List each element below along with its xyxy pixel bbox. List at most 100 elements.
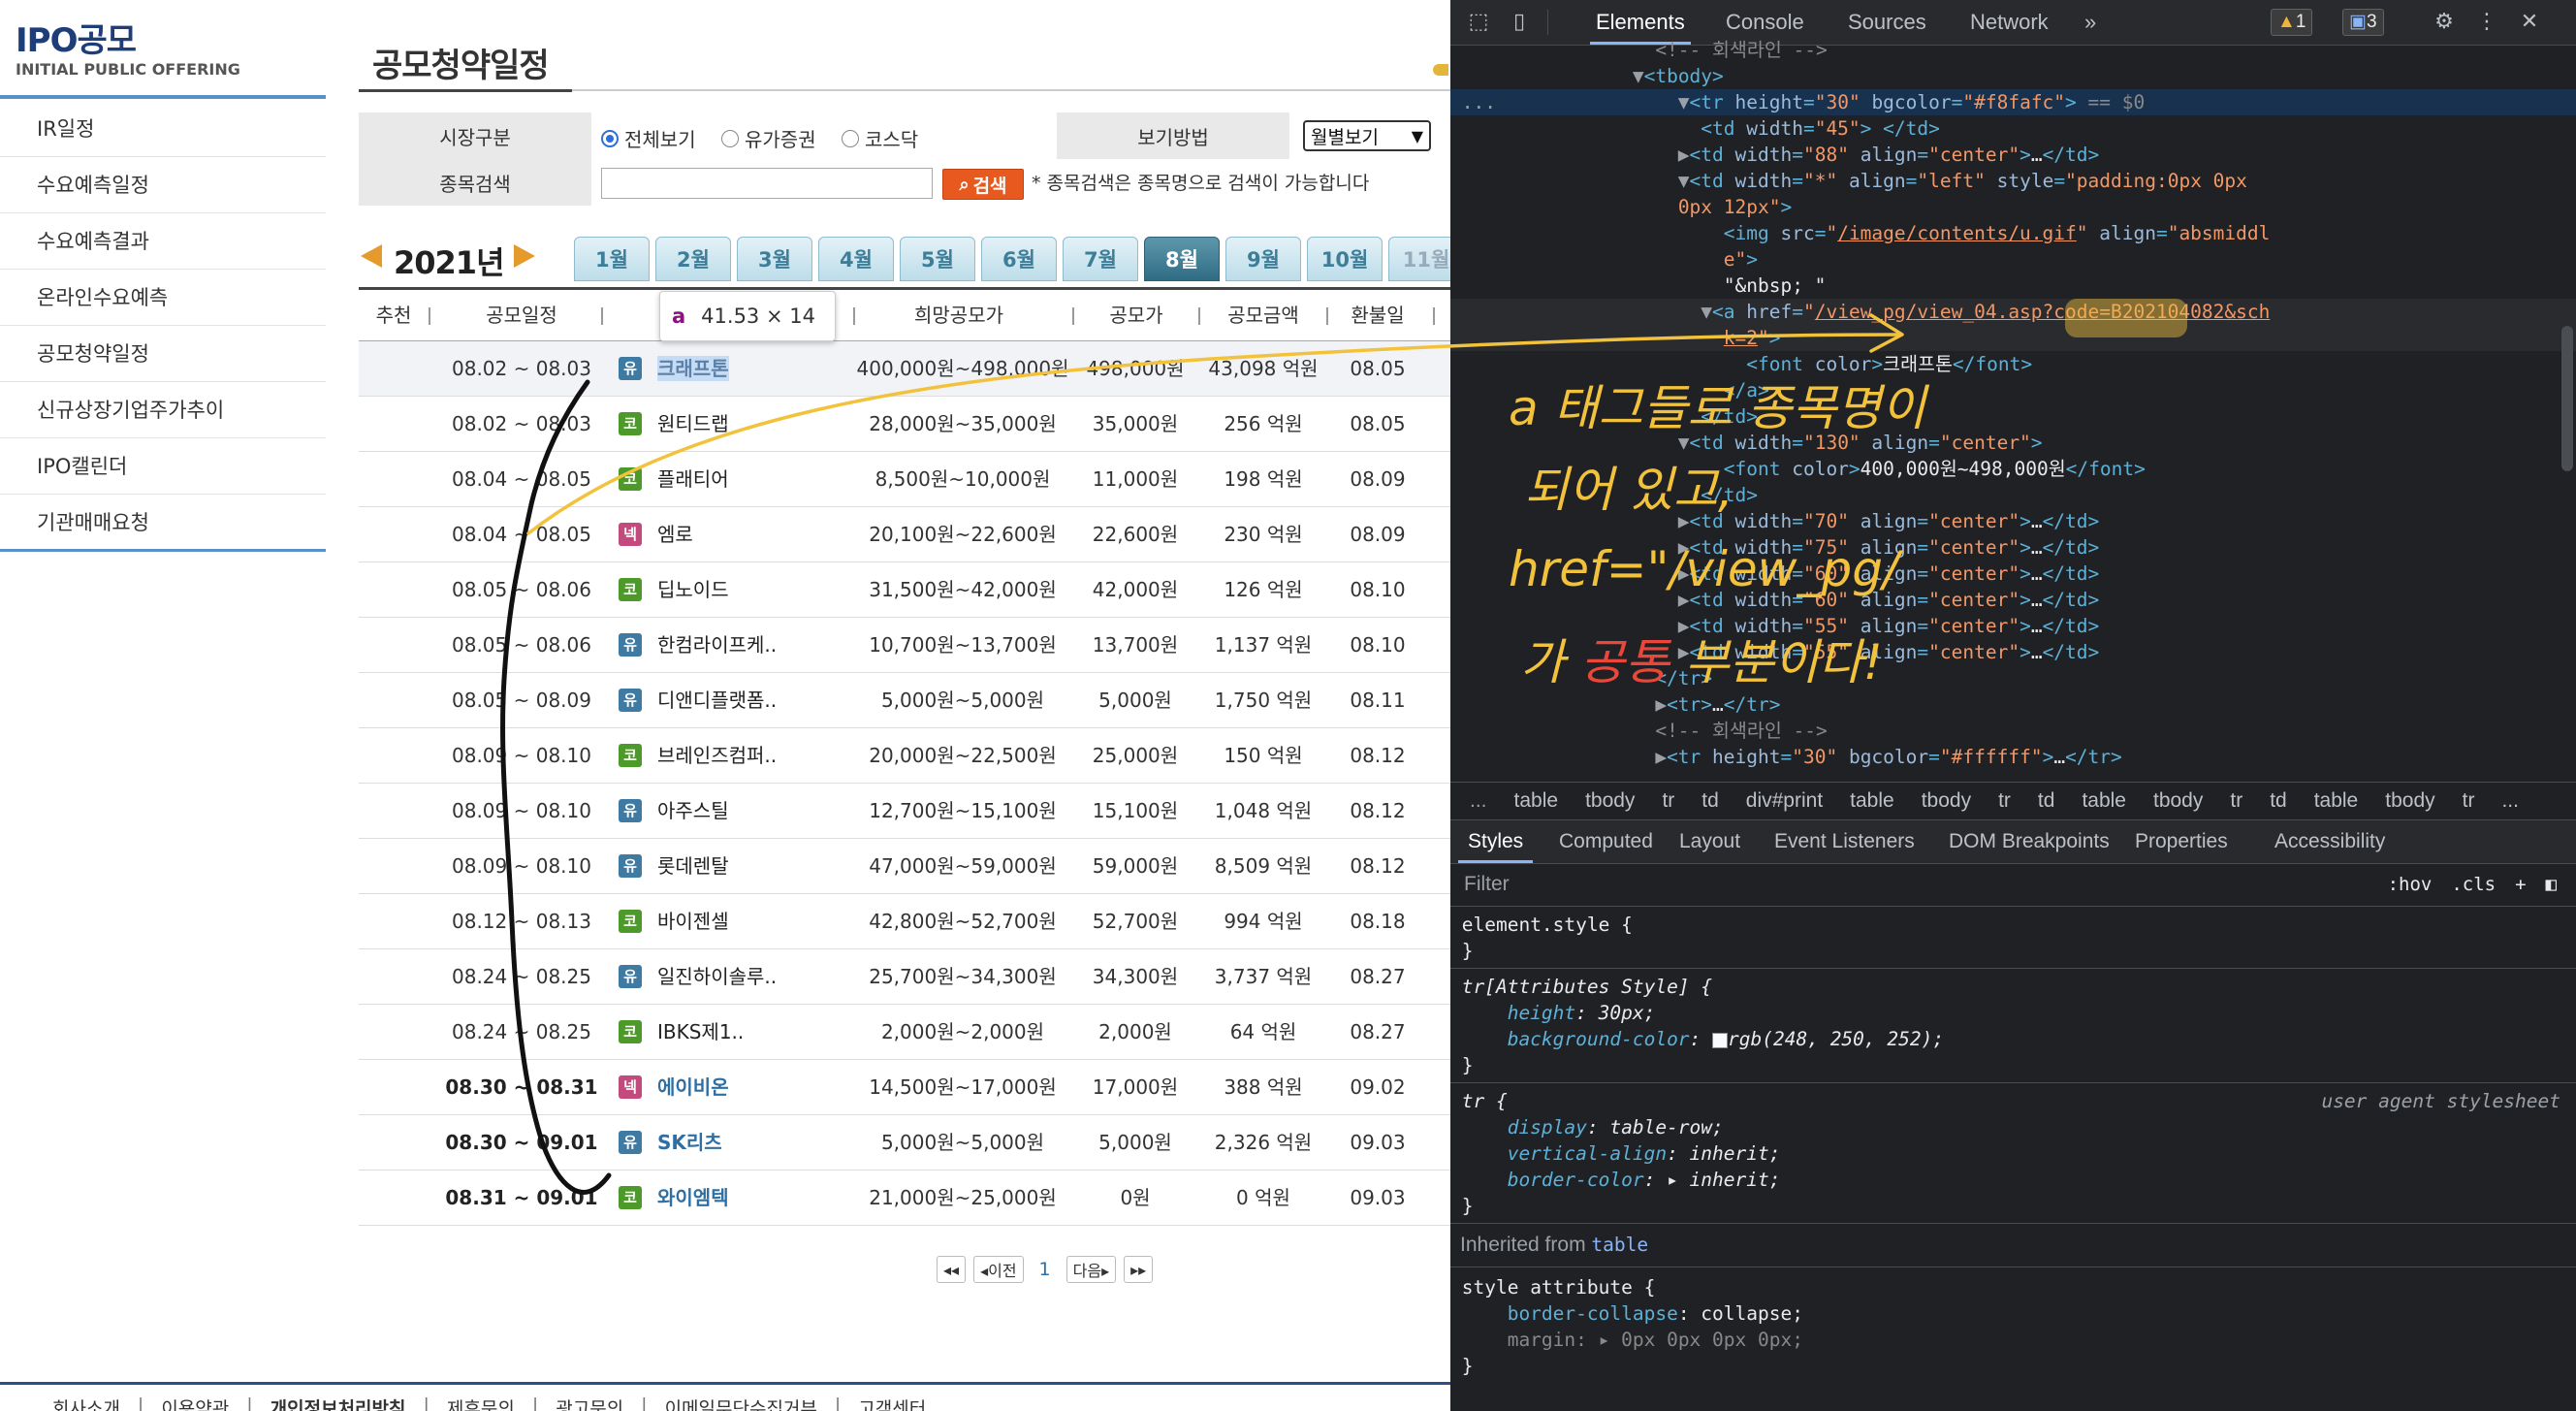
first-page-button[interactable]: ◂◂ — [937, 1256, 967, 1283]
breadcrumb-item[interactable]: tbody — [1922, 789, 1971, 813]
stock-search-input[interactable] — [601, 168, 933, 199]
style-rule-line[interactable]: margin: ▸ 0px 0px 0px 0px; — [1450, 1327, 2576, 1353]
tab-month-8[interactable]: 8월 — [1144, 237, 1220, 281]
last-page-button[interactable]: ▸▸ — [1124, 1256, 1154, 1283]
radio-kosdaq[interactable]: 코스닥 — [842, 124, 918, 152]
stock-name-link[interactable]: 원티드랩 — [657, 397, 729, 451]
close-icon[interactable]: ✕ — [2517, 10, 2542, 35]
styles-filter-input[interactable]: Filter — [1464, 863, 1510, 906]
radio-kospi-circle[interactable] — [721, 129, 739, 147]
style-rule-line[interactable]: border-color: ▸ inherit; — [1450, 1167, 2576, 1193]
tab-computed[interactable]: Computed — [1559, 820, 1653, 863]
warnings-badge[interactable]: ▲1 — [2271, 9, 2313, 36]
add-rule-button[interactable]: + — [2515, 863, 2526, 906]
sidebar-item-demand-result[interactable]: 수요예측결과 — [0, 213, 326, 270]
tab-layout[interactable]: Layout — [1679, 820, 1740, 863]
dom-scrollbar[interactable] — [2561, 326, 2573, 471]
breadcrumb-item[interactable]: table — [2314, 789, 2359, 813]
radio-kosdaq-circle[interactable] — [842, 129, 859, 147]
radio-kospi[interactable]: 유가증권 — [721, 124, 816, 152]
footer-link-terms[interactable]: 이용약관 — [161, 1395, 229, 1411]
dom-line[interactable]: ▶<td width="60" align="center">…</td> — [1450, 587, 2576, 613]
dom-line[interactable]: ▶<tr height="30" bgcolor="#ffffff">…</tr… — [1450, 744, 2576, 770]
dom-line[interactable]: ▶<td width="70" align="center">…</td> — [1450, 508, 2576, 534]
dom-line[interactable]: </td> — [1450, 403, 2576, 430]
class-toggle[interactable]: .cls — [2451, 863, 2496, 906]
inherited-from-link[interactable]: table — [1591, 1234, 1648, 1256]
style-rule-line[interactable]: style attribute { — [1450, 1274, 2576, 1300]
style-rule-line[interactable]: height: 30px; — [1450, 1000, 2576, 1026]
tab-month-4[interactable]: 4월 — [818, 237, 894, 281]
radio-all[interactable]: 전체보기 — [601, 124, 696, 152]
dom-line[interactable]: ▶<td width="60" align="center">…</td> — [1450, 561, 2576, 587]
stock-name-link[interactable]: 플래티어 — [657, 452, 729, 506]
sidebar-item-calendar[interactable]: IPO캘린더 — [0, 438, 326, 495]
style-rule-line[interactable]: display: table-row; — [1450, 1114, 2576, 1140]
tab-properties[interactable]: Properties — [2135, 820, 2228, 863]
style-rule-line[interactable]: element.style { — [1450, 912, 2576, 938]
breadcrumb-item[interactable]: tr — [1662, 789, 1674, 813]
breadcrumb-item[interactable]: table — [1850, 789, 1894, 813]
style-rule-line[interactable]: } — [1450, 1353, 2576, 1379]
footer-link-email-policy[interactable]: 이메일무단수집거부 — [665, 1395, 817, 1411]
hover-state-toggle[interactable]: :hov — [2388, 863, 2433, 906]
footer-link-about[interactable]: 회사소개 — [52, 1395, 120, 1411]
breadcrumb-item[interactable]: ... — [2501, 789, 2519, 813]
dom-line-selected[interactable]: ... ▼<tr height="30" bgcolor="#f8fafc"> … — [1450, 89, 2576, 115]
stock-name-link[interactable]: 에이비온 — [657, 1060, 729, 1114]
dom-line[interactable]: ▶<td width="55" align="center">…</td> — [1450, 613, 2576, 639]
tab-month-6[interactable]: 6월 — [981, 237, 1057, 281]
sidebar-item-demand-schedule[interactable]: 수요예측일정 — [0, 157, 326, 213]
sidebar-item-inst-trade[interactable]: 기관매매요청 — [0, 495, 326, 551]
stock-name-link[interactable]: 딥노이드 — [657, 562, 729, 617]
style-rule-line[interactable]: } — [1450, 1193, 2576, 1219]
footer-link-support[interactable]: 고객센터 — [858, 1395, 926, 1411]
view-select[interactable]: 월별보기 ▼ — [1303, 120, 1431, 151]
tab-month-10[interactable]: 10월 — [1307, 237, 1383, 281]
breadcrumb-item[interactable]: td — [1701, 789, 1719, 813]
dom-line[interactable]: <!-- 회색라인 --> — [1450, 37, 2576, 63]
tab-accessibility[interactable]: Accessibility — [2274, 820, 2385, 863]
dom-line[interactable]: ▶<tr>…</tr> — [1450, 691, 2576, 718]
next-year-arrow-icon[interactable] — [514, 244, 535, 268]
dom-line[interactable]: <font color>크래프톤</font> — [1450, 351, 2576, 377]
breadcrumb-item[interactable]: div#print — [1746, 789, 1823, 813]
stock-name-link[interactable]: 일진하이솔루.. — [657, 949, 777, 1004]
tab-month-5[interactable]: 5월 — [900, 237, 975, 281]
dom-line[interactable]: </tr> — [1450, 665, 2576, 691]
stock-name-link[interactable]: 크래프톤 — [657, 356, 729, 381]
dom-line[interactable]: <!-- 회색라인 --> — [1450, 718, 2576, 744]
stock-name-link[interactable]: 디앤디플랫폼.. — [657, 673, 777, 727]
stock-name-link[interactable]: 바이젠셀 — [657, 894, 729, 948]
messages-badge[interactable]: ▣3 — [2342, 9, 2384, 36]
kebab-menu-icon[interactable]: ⋮ — [2474, 10, 2499, 35]
style-rule-line[interactable]: tr[Attributes Style] { — [1450, 974, 2576, 1000]
next-page-button[interactable]: 다음▸ — [1065, 1256, 1117, 1283]
dom-line[interactable]: <td width="45"> </td> — [1450, 115, 2576, 142]
breadcrumb-item[interactable]: tbody — [2153, 789, 2203, 813]
tab-month-7[interactable]: 7월 — [1063, 237, 1138, 281]
style-rule-line[interactable]: } — [1450, 1052, 2576, 1078]
page-number[interactable]: 1 — [1032, 1259, 1059, 1280]
stock-name-link[interactable]: 엠로 — [657, 507, 693, 561]
tab-month-11[interactable]: 11월 — [1388, 237, 1450, 281]
breadcrumb-item[interactable]: tbody — [2385, 789, 2434, 813]
breadcrumb-item[interactable]: table — [1514, 789, 1559, 813]
stock-name-link[interactable]: 한컴라이프케.. — [657, 618, 777, 672]
breadcrumb-item[interactable]: ... — [1470, 789, 1487, 813]
dom-line[interactable]: ▼<td width="*" align="left" style="paddi… — [1450, 168, 2576, 194]
sidebar-item-online-demand[interactable]: 온라인수요예측 — [0, 270, 326, 326]
tab-styles[interactable]: Styles — [1457, 820, 1534, 863]
tab-month-3[interactable]: 3월 — [737, 237, 812, 281]
stock-name-link[interactable]: IBKS제1.. — [657, 1005, 744, 1059]
style-rule-line[interactable]: } — [1450, 938, 2576, 964]
tab-month-1[interactable]: 1월 — [574, 237, 650, 281]
prev-page-button[interactable]: ◂이전 — [973, 1256, 1024, 1283]
breadcrumb-item[interactable]: table — [2082, 789, 2126, 813]
stock-name-link[interactable]: 브레인즈컴퍼.. — [657, 728, 777, 783]
stock-name-link[interactable]: 와이엠텍 — [657, 1170, 729, 1225]
dom-line[interactable]: ▶<td width="88" align="center">…</td> — [1450, 142, 2576, 168]
dom-line[interactable]: </a> — [1450, 377, 2576, 403]
breadcrumb-item[interactable]: tr — [2463, 789, 2475, 813]
footer-link-privacy[interactable]: 개인정보처리방침 — [270, 1395, 406, 1411]
